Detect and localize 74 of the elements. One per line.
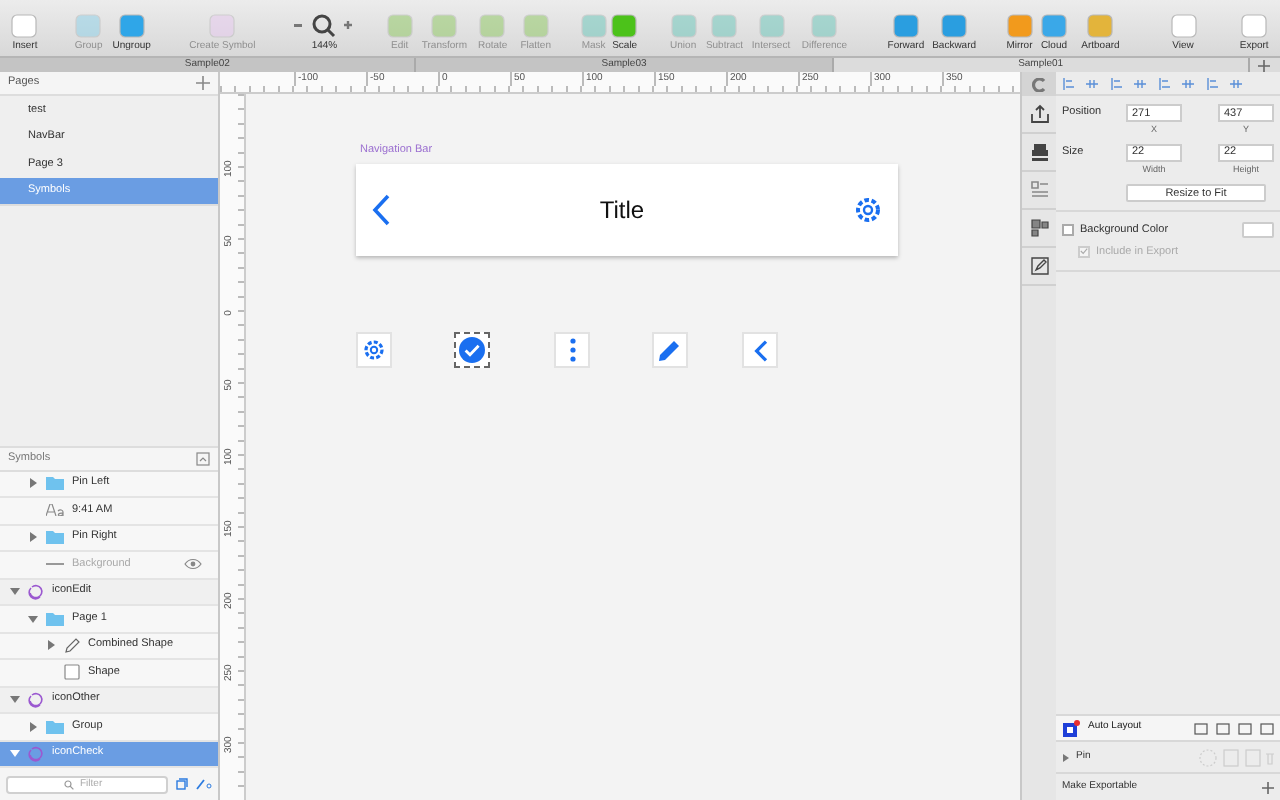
plus-icon[interactable] (1262, 781, 1274, 793)
collapse-icon[interactable] (196, 451, 210, 465)
printer-icon[interactable] (1029, 142, 1049, 162)
tool-icon (74, 14, 103, 38)
more-icon (569, 338, 575, 362)
auto-layout-icon (1062, 719, 1080, 737)
zoom-icon (294, 14, 355, 38)
symbol-icon (28, 583, 44, 600)
tool-icon (891, 14, 920, 38)
layout-icon[interactable] (1029, 218, 1049, 238)
tool-icon (610, 14, 639, 38)
line-icon (46, 562, 64, 567)
color-well[interactable] (1242, 221, 1274, 238)
align-icon[interactable] (1086, 77, 1098, 89)
tool-icon (521, 14, 550, 38)
tool-icon (579, 14, 608, 38)
disclosure-triangle-icon[interactable] (9, 694, 19, 705)
pin-controls-icon (1198, 747, 1274, 767)
align-icon[interactable] (1110, 77, 1122, 89)
tool-icon (810, 14, 839, 38)
edit-icon[interactable] (1029, 256, 1049, 276)
tool-icon (1005, 14, 1034, 38)
back-chevron-icon (753, 339, 767, 361)
pencil-icon (658, 338, 682, 362)
disclosure-triangle-icon[interactable] (1062, 753, 1070, 761)
tool-icon (478, 14, 507, 38)
gear-icon (853, 196, 882, 224)
tool-icon (710, 14, 739, 38)
add-tab-button[interactable] (1249, 58, 1280, 72)
text-icon (46, 504, 64, 517)
tool-icon (430, 14, 459, 38)
disclosure-triangle-icon[interactable] (27, 613, 37, 624)
gear-icon (362, 338, 386, 362)
disclosure-triangle-icon[interactable] (9, 586, 19, 597)
disclosure-triangle-icon[interactable] (27, 478, 37, 489)
disclosure-triangle-icon[interactable] (45, 640, 55, 651)
align-icon[interactable] (1182, 77, 1194, 89)
disclosure-triangle-icon[interactable] (27, 721, 37, 732)
tool-icon (117, 14, 146, 38)
symbol-icon (28, 691, 44, 708)
disclosure-triangle-icon[interactable] (9, 748, 19, 759)
tool-icon (1039, 14, 1068, 38)
align-icon[interactable] (1062, 77, 1074, 89)
nav-title: Title (599, 194, 645, 228)
list-icon[interactable] (1029, 180, 1049, 200)
disclosure-triangle-icon[interactable] (27, 532, 37, 543)
symbol-instance[interactable] (454, 332, 490, 368)
align-icon[interactable] (1158, 77, 1170, 89)
tool-icon (1086, 14, 1115, 38)
tool-icon (757, 14, 786, 38)
checkbox[interactable] (1062, 223, 1074, 236)
tool-icon (940, 14, 969, 38)
align-icon[interactable] (1206, 77, 1218, 89)
align-icon[interactable] (1134, 77, 1146, 89)
upload-icon[interactable] (1029, 104, 1049, 124)
add-page-icon[interactable] (196, 76, 210, 90)
search-icon (64, 779, 74, 789)
tool-icon (10, 14, 39, 38)
eye-icon[interactable] (184, 558, 202, 571)
tool-icon (208, 14, 237, 38)
check-icon (458, 336, 486, 364)
symbol-icon (28, 745, 44, 762)
plus-icon (1258, 59, 1271, 71)
tool-icon (669, 14, 698, 38)
pen-filter-icon[interactable] (196, 778, 212, 790)
align-icon[interactable] (1230, 77, 1242, 89)
inspector-icon[interactable] (1032, 77, 1046, 91)
pencil-icon (64, 637, 80, 654)
tool-icon (1169, 14, 1198, 38)
rectangle-icon (64, 664, 80, 681)
tool-icon (385, 14, 414, 38)
tool-icon (1240, 14, 1269, 38)
back-chevron-icon (372, 194, 390, 226)
symbol-filter-icon[interactable] (176, 778, 188, 790)
